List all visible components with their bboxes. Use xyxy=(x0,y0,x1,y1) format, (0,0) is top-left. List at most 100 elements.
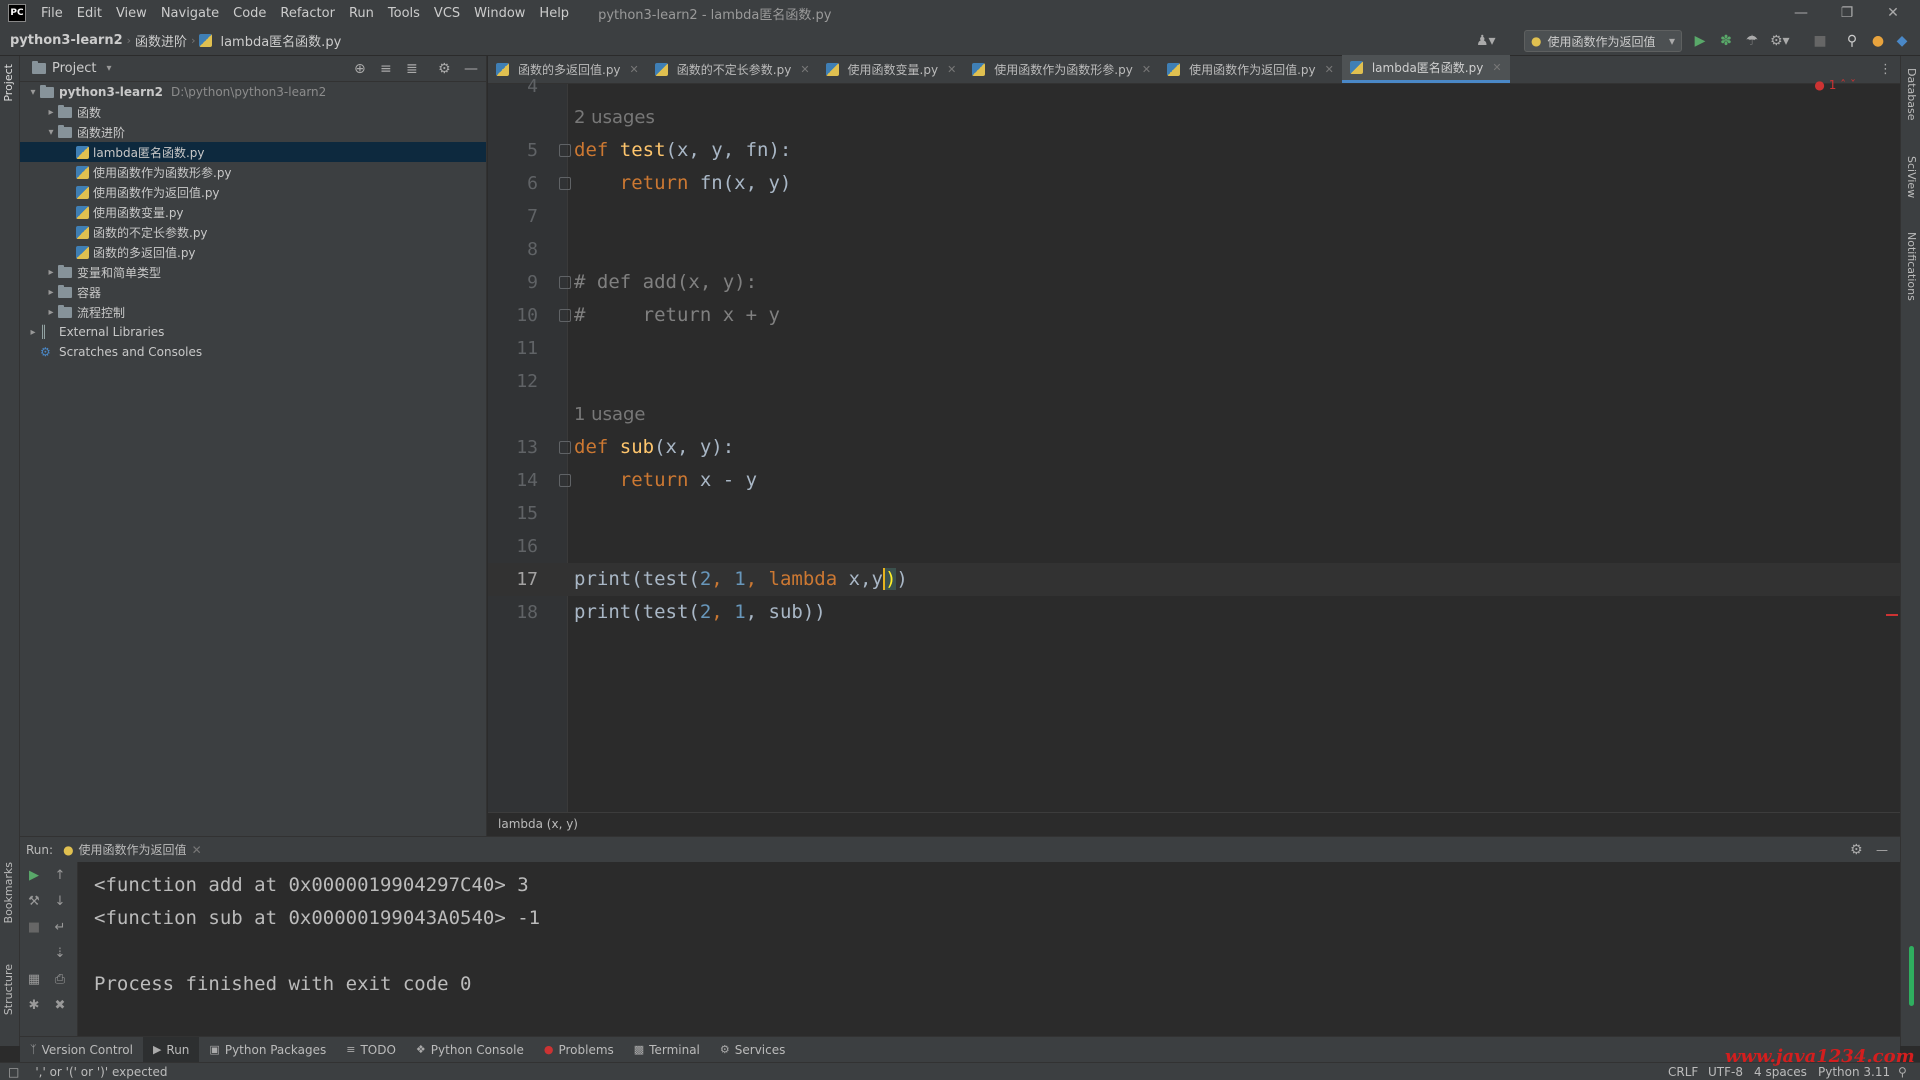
debug-icon[interactable]: ✽ xyxy=(1718,33,1734,49)
menu-vcs[interactable]: VCS xyxy=(427,6,467,21)
fold-end-icon[interactable] xyxy=(559,474,571,487)
scroll-to-end-icon[interactable]: ⇣ xyxy=(52,946,68,961)
restore-button[interactable]: ❐ xyxy=(1824,0,1870,26)
notifications-tool-label[interactable]: Notifications xyxy=(1905,232,1918,301)
menu-navigate[interactable]: Navigate xyxy=(154,6,226,21)
menu-code[interactable]: Code xyxy=(226,6,273,21)
breadcrumb-file[interactable]: lambda匿名函数.py xyxy=(216,31,345,50)
tree-item[interactable]: ▸ 函数 xyxy=(20,102,486,122)
usage-hint[interactable]: 2 usages xyxy=(574,101,655,134)
tree-item[interactable]: 函数的多返回值.py xyxy=(20,242,486,262)
tree-item[interactable]: 使用函数变量.py xyxy=(20,202,486,222)
wrench-icon[interactable]: ⚒ xyxy=(26,894,42,909)
stop-icon[interactable]: ■ xyxy=(1812,33,1828,49)
chevron-right-icon[interactable]: ▸ xyxy=(44,267,58,278)
chevron-down-icon[interactable]: ▾ xyxy=(44,127,58,138)
menu-tools[interactable]: Tools xyxy=(381,6,427,21)
collapse-all-icon[interactable]: ≣ xyxy=(406,61,418,77)
up-arrow-icon[interactable]: ↑ xyxy=(52,868,68,883)
tool-python-packages[interactable]: ▣ Python Packages xyxy=(199,1043,336,1057)
menu-run[interactable]: Run xyxy=(342,6,381,21)
tool-todo[interactable]: ≡ TODO xyxy=(336,1043,406,1057)
fold-icon[interactable] xyxy=(559,144,571,157)
search-icon[interactable]: ⚲ xyxy=(1844,33,1860,49)
coverage-icon[interactable]: ☂ xyxy=(1744,33,1760,49)
keyword: return xyxy=(619,469,689,491)
minimize-button[interactable]: — xyxy=(1778,0,1824,26)
chevron-down-icon[interactable]: ▾ xyxy=(26,87,40,98)
fold-end-icon[interactable] xyxy=(559,177,571,190)
soft-wrap-icon[interactable]: ↵ xyxy=(52,920,68,935)
run-tab[interactable]: ● 使用函数作为返回值 ✕ xyxy=(63,841,202,858)
line-separator[interactable]: CRLF xyxy=(1668,1065,1698,1079)
plugin-icon[interactable]: ◆ xyxy=(1894,33,1910,49)
menu-help[interactable]: Help xyxy=(532,6,576,21)
tree-item[interactable]: lambda匿名函数.py xyxy=(20,142,486,162)
tool-services[interactable]: ⚙ Services xyxy=(710,1043,795,1057)
editor-breadcrumb[interactable]: lambda (x, y) xyxy=(488,812,1900,836)
print-icon[interactable]: ⎙ xyxy=(52,972,68,987)
down-arrow-icon[interactable]: ↓ xyxy=(52,894,68,909)
usage-hint[interactable]: 1 usage xyxy=(574,398,646,431)
tree-item[interactable]: ▾ python3-learn2 D:\python\python3-learn2 xyxy=(20,82,486,102)
menu-file[interactable]: File xyxy=(34,6,70,21)
tree-item[interactable]: 函数的不定长参数.py xyxy=(20,222,486,242)
tree-item[interactable]: ▾ 函数进阶 xyxy=(20,122,486,142)
tree-item[interactable]: 使用函数作为函数形参.py xyxy=(20,162,486,182)
hide-panel-icon[interactable]: — xyxy=(464,61,478,77)
run-console[interactable]: ▶ ↑ ⚒ ↓ ■ ↵ ⇣ ▦ ⎙ ✱ ✖ <function add at 0… xyxy=(20,862,1900,1036)
fold-icon[interactable] xyxy=(559,276,571,289)
tree-item[interactable]: ▸ 变量和简单类型 xyxy=(20,262,486,282)
update-icon[interactable]: ● xyxy=(1870,33,1886,49)
user-icon[interactable]: ♟▾ xyxy=(1476,33,1496,49)
profile-icon[interactable]: ⚙▾ xyxy=(1770,33,1790,49)
tool-problems[interactable]: ● Problems xyxy=(534,1043,624,1057)
gear-icon[interactable]: ⚙ xyxy=(1850,842,1863,858)
chevron-right-icon[interactable]: ▸ xyxy=(44,307,58,318)
pin-icon[interactable]: ✱ xyxy=(26,998,42,1013)
tree-item[interactable]: ⚙ Scratches and Consoles xyxy=(20,342,486,362)
chevron-right-icon[interactable]: ▸ xyxy=(44,287,58,298)
layout-toggle-icon[interactable]: □ xyxy=(8,1065,19,1079)
chevron-right-icon[interactable]: ▸ xyxy=(26,327,40,338)
tree-item-label: python3-learn2 xyxy=(59,85,163,99)
close-window-button[interactable]: ✕ xyxy=(1870,0,1916,26)
project-panel-title[interactable]: Project xyxy=(52,61,96,76)
database-tool-label[interactable]: Database xyxy=(1905,68,1918,121)
tool-terminal[interactable]: ▩ Terminal xyxy=(624,1043,710,1057)
menu-window[interactable]: Window xyxy=(467,6,532,21)
structure-tool-label[interactable]: Structure xyxy=(2,964,15,1015)
expand-all-icon[interactable]: ≡ xyxy=(380,61,392,77)
code-editor[interactable]: ● 1 ˆ ˇ 4 2 usages 5 def test(x, y, fn):… xyxy=(488,76,1900,812)
locate-file-icon[interactable]: ⊕ xyxy=(354,61,366,77)
tool-version-control[interactable]: ᛉ Version Control xyxy=(20,1043,143,1057)
run-icon[interactable]: ▶ xyxy=(1692,33,1708,49)
chevron-right-icon[interactable]: ▸ xyxy=(44,107,58,118)
project-tool-label[interactable]: Project xyxy=(2,64,15,102)
layout-icon[interactable]: ▦ xyxy=(26,972,42,987)
sciview-tool-label[interactable]: SciView xyxy=(1905,156,1918,198)
breadcrumb-folder[interactable]: 函数进阶 xyxy=(131,31,191,50)
run-configuration-select[interactable]: ● 使用函数作为返回值 ▾ xyxy=(1524,30,1682,52)
tree-item[interactable]: 使用函数作为返回值.py xyxy=(20,182,486,202)
tree-item[interactable]: ▸ 容器 xyxy=(20,282,486,302)
menu-refactor[interactable]: Refactor xyxy=(273,6,342,21)
rerun-icon[interactable]: ▶ xyxy=(26,868,42,883)
chevron-down-icon[interactable]: ▾ xyxy=(106,63,111,74)
close-tab-icon[interactable]: ✕ xyxy=(192,843,202,857)
trash-icon[interactable]: ✖ xyxy=(52,998,68,1013)
bookmarks-tool-label[interactable]: Bookmarks xyxy=(2,862,15,923)
fold-end-icon[interactable] xyxy=(559,309,571,322)
menu-edit[interactable]: Edit xyxy=(70,6,109,21)
error-stripe-mark[interactable] xyxy=(1886,614,1898,616)
tool-run[interactable]: ▶ Run xyxy=(142,1036,200,1063)
tree-item[interactable]: ▸ ║ External Libraries xyxy=(20,322,486,342)
hide-panel-icon[interactable]: — xyxy=(1876,843,1888,857)
fold-icon[interactable] xyxy=(559,441,571,454)
gear-icon[interactable]: ⚙ xyxy=(438,61,451,77)
breadcrumb-project[interactable]: python3-learn2 xyxy=(6,33,127,48)
menu-view[interactable]: View xyxy=(109,6,154,21)
stop-icon[interactable]: ■ xyxy=(26,920,42,935)
tree-item[interactable]: ▸ 流程控制 xyxy=(20,302,486,322)
tool-python-console[interactable]: ❖ Python Console xyxy=(406,1043,534,1057)
